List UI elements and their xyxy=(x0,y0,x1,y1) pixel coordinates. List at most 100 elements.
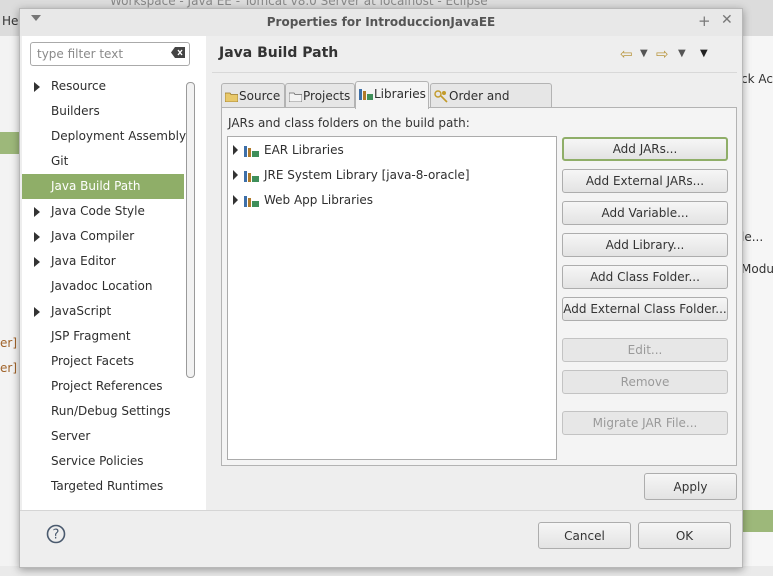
nav-item-label: Resource xyxy=(51,79,107,93)
workbench-right-label: ck Ac xyxy=(741,72,773,86)
workbench-left-highlight xyxy=(0,132,20,154)
library-icon xyxy=(359,89,373,100)
expand-arrow-icon[interactable] xyxy=(34,307,40,317)
tab-label: Libraries xyxy=(374,87,426,101)
tab-label: Source xyxy=(239,89,281,103)
workbench-menu-help[interactable]: He xyxy=(2,14,18,28)
migrate-jar-file-button[interactable]: Migrate JAR File... xyxy=(562,411,728,435)
forward-history-dropdown-icon[interactable]: ▼ xyxy=(678,48,686,59)
nav-item-label: Run/Debug Settings xyxy=(51,404,171,418)
edit-button[interactable]: Edit... xyxy=(562,338,728,362)
add-variable-button[interactable]: Add Variable... xyxy=(562,201,728,225)
expand-arrow-icon[interactable] xyxy=(233,170,238,180)
tab-libraries[interactable]: Libraries xyxy=(355,81,429,109)
nav-scrollbar[interactable] xyxy=(185,82,195,512)
workbench-right-label: Modul xyxy=(741,262,773,276)
tab-order-and-export[interactable]: Order and Export xyxy=(430,83,552,127)
workbench-left-marker: er] xyxy=(0,361,17,375)
nav-item[interactable]: Javadoc Location xyxy=(22,274,184,299)
nav-item-label: Java Build Path xyxy=(51,179,141,193)
nav-item[interactable]: Java Code Style xyxy=(22,199,184,224)
libraries-panel: JARs and class folders on the build path… xyxy=(221,107,737,466)
nav-item-label: Java Compiler xyxy=(51,229,135,243)
nav-item-label: Targeted Runtimes xyxy=(51,479,164,493)
library-label: JRE System Library [java-8-oracle] xyxy=(264,168,470,182)
nav-item[interactable]: JavaScript xyxy=(22,299,184,324)
nav-item[interactable]: Java Compiler xyxy=(22,224,184,249)
nav-item-label: Javadoc Location xyxy=(51,279,153,293)
expand-arrow-icon[interactable] xyxy=(233,145,238,155)
nav-item[interactable]: Git xyxy=(22,149,184,174)
add-jars-button[interactable]: Add JARs... xyxy=(562,137,728,161)
expand-arrow-icon[interactable] xyxy=(233,195,238,205)
source-folder-icon xyxy=(225,92,238,102)
properties-dialog: Properties for IntroduccionJavaEE + ✕ Re… xyxy=(19,8,743,568)
close-icon[interactable]: ✕ xyxy=(721,12,733,28)
expand-arrow-icon[interactable] xyxy=(34,232,40,242)
library-label: EAR Libraries xyxy=(264,143,344,157)
back-history-dropdown-icon[interactable]: ▼ xyxy=(640,48,648,59)
footer-separator xyxy=(20,510,742,511)
back-arrow-icon[interactable]: ⇦ xyxy=(620,45,633,63)
dialog-titlebar: Properties for IntroduccionJavaEE + ✕ xyxy=(20,9,742,36)
nav-item-label: Server xyxy=(51,429,91,443)
view-menu-icon[interactable]: ▼ xyxy=(700,48,708,59)
build-path-label: JARs and class folders on the build path… xyxy=(228,116,470,130)
nav-item[interactable]: Java Build Path xyxy=(22,174,184,199)
library-icon xyxy=(244,143,260,165)
add-class-folder-button[interactable]: Add Class Folder... xyxy=(562,265,728,289)
nav-item-label: JSP Fragment xyxy=(51,329,131,343)
filter-input[interactable] xyxy=(35,45,169,63)
workbench-left-panel xyxy=(0,36,20,576)
expand-arrow-icon[interactable] xyxy=(34,257,40,267)
workbench-title: Workspace - Java EE - Tomcat v8.0 Server… xyxy=(110,0,488,8)
nav-item[interactable]: Project Facets xyxy=(22,349,184,374)
nav-item-label: Java Code Style xyxy=(51,204,145,218)
library-icon xyxy=(244,193,260,215)
nav-item[interactable]: Targeted Runtimes xyxy=(22,474,184,499)
workbench-right-label: le... xyxy=(741,230,764,244)
page-title: Java Build Path xyxy=(219,45,339,61)
apply-button[interactable]: Apply xyxy=(644,473,737,500)
nav-item[interactable]: JSP Fragment xyxy=(22,324,184,349)
help-icon[interactable]: ? xyxy=(46,524,66,544)
forward-arrow-icon[interactable]: ⇨ xyxy=(656,45,669,63)
filter-box xyxy=(30,42,190,66)
nav-scrollbar-thumb[interactable] xyxy=(186,82,195,378)
add-external-jars-button[interactable]: Add External JARs... xyxy=(562,169,728,193)
project-folder-icon xyxy=(289,92,302,102)
nav-item[interactable]: Deployment Assembly xyxy=(22,124,186,149)
remove-button[interactable]: Remove xyxy=(562,370,728,394)
add-library-button[interactable]: Add Library... xyxy=(562,233,728,257)
nav-item[interactable]: Builders xyxy=(22,99,184,124)
maximize-icon[interactable]: + xyxy=(698,12,711,30)
dialog-title: Properties for IntroduccionJavaEE xyxy=(266,15,496,29)
nav-item[interactable]: Project References xyxy=(22,374,184,399)
tab-source[interactable]: Source xyxy=(221,83,285,108)
workbench-left-marker: er] xyxy=(0,336,17,350)
header-separator xyxy=(212,72,737,73)
expand-arrow-icon[interactable] xyxy=(34,82,40,92)
nav-item[interactable]: Server xyxy=(22,424,184,449)
add-external-class-folder-button[interactable]: Add External Class Folder... xyxy=(562,297,728,321)
tab-projects[interactable]: Projects xyxy=(285,83,355,108)
nav-item[interactable]: Resource xyxy=(22,74,184,99)
nav-item[interactable]: Java Editor xyxy=(22,249,184,274)
expand-arrow-icon[interactable] xyxy=(34,207,40,217)
ok-button[interactable]: OK xyxy=(638,522,731,549)
property-page-tree: Resource Builders Deployment Assembly Git Ja… xyxy=(22,36,206,510)
nav-item-label: Service Policies xyxy=(51,454,144,468)
nav-item-label: Java Editor xyxy=(51,254,116,268)
nav-item[interactable]: Run/Debug Settings xyxy=(22,399,184,424)
nav-item[interactable]: Service Policies xyxy=(22,449,184,474)
cancel-button[interactable]: Cancel xyxy=(538,522,631,549)
nav-item-label: Project References xyxy=(51,379,163,393)
library-icon xyxy=(244,168,260,190)
nav-item-label: Builders xyxy=(51,104,100,118)
clear-filter-icon[interactable] xyxy=(171,47,185,58)
nav-item-label: Git xyxy=(51,154,69,168)
help-symbol: ? xyxy=(53,528,60,543)
library-tree[interactable]: EAR Libraries JRE System Library [java-8-… xyxy=(227,136,557,460)
library-label: Web App Libraries xyxy=(264,193,374,207)
nav-list: Resource Builders Deployment Assembly Git Ja… xyxy=(22,74,186,499)
